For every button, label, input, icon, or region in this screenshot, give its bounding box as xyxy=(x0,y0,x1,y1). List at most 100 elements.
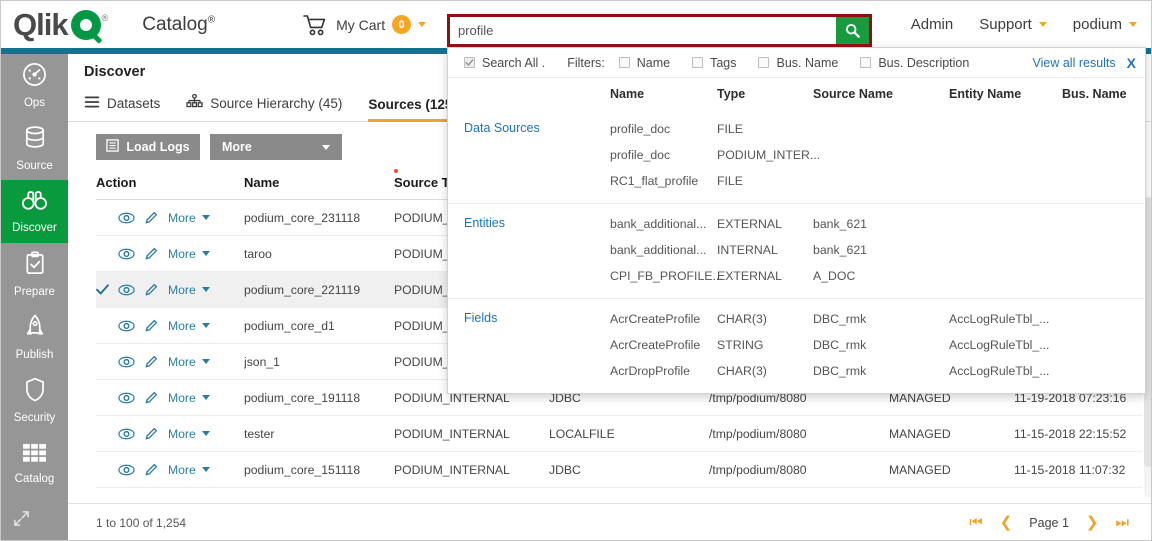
chevron-down-icon xyxy=(202,323,210,328)
edit-icon[interactable] xyxy=(144,318,159,333)
nav-item-support[interactable]: Support xyxy=(979,16,1047,33)
dropdown-result-row[interactable]: AcrCreateProfileCHAR(3)DBC_rmkAccLogRule… xyxy=(448,306,1145,332)
dropdown-result-row[interactable]: AcrCreateProfileSTRINGDBC_rmkAccLogRuleT… xyxy=(448,332,1145,358)
view-icon[interactable] xyxy=(118,356,135,368)
row-more-menu[interactable]: More xyxy=(168,211,210,225)
dropdown-result-row[interactable]: profile_docPODIUM_INTER... xyxy=(448,142,1145,168)
dropdown-cell-type: STRING xyxy=(717,338,813,352)
edit-icon[interactable] xyxy=(144,282,159,297)
prev-page-icon[interactable]: ❮ xyxy=(1000,515,1013,530)
row-more-menu[interactable]: More xyxy=(168,391,210,405)
dropdown-cell-entity-name xyxy=(949,217,1062,231)
nav-label-user: podium xyxy=(1073,16,1122,33)
row-more-menu[interactable]: More xyxy=(168,247,210,261)
nav-item-user[interactable]: podium xyxy=(1073,16,1137,33)
row-selected-indicator xyxy=(96,284,109,295)
dropdown-column-bus-name: Bus. Name xyxy=(1062,87,1152,101)
dropdown-result-row[interactable]: profile_docFILE xyxy=(448,116,1145,142)
dropdown-result-row[interactable]: CPI_FB_PROFILE...EXTERNALA_DOC xyxy=(448,263,1145,289)
close-icon[interactable]: X xyxy=(1127,55,1136,71)
sidebar-item-label: Source xyxy=(16,160,52,172)
search-submit-button[interactable] xyxy=(836,17,869,44)
dropdown-section-label[interactable]: Entities xyxy=(464,216,505,230)
dropdown-section-label[interactable]: Data Sources xyxy=(464,121,540,135)
dropdown-section: Entitiesbank_additional...EXTERNALbank_6… xyxy=(448,203,1145,298)
pagination-controls: ⏮ ❮ Page 1 ❯ ⏭ xyxy=(969,515,1129,530)
global-search-box[interactable] xyxy=(447,14,872,47)
row-more-menu[interactable]: More xyxy=(168,427,210,441)
my-cart-button[interactable]: My Cart 0 xyxy=(303,14,426,36)
dropdown-result-row[interactable]: bank_additional...EXTERNALbank_621 xyxy=(448,211,1145,237)
nav-item-admin[interactable]: Admin xyxy=(911,16,954,33)
edit-icon[interactable] xyxy=(144,390,159,405)
first-page-icon[interactable]: ⏮ xyxy=(969,515,983,530)
chevron-down-icon xyxy=(202,467,210,472)
expand-arrows-icon[interactable] xyxy=(13,510,30,532)
filter-checkbox-bus-description[interactable]: Bus. Description xyxy=(860,56,969,70)
dropdown-cell-name: bank_additional... xyxy=(610,243,717,257)
row-more-label: More xyxy=(168,427,196,441)
column-header-action[interactable]: Action xyxy=(96,171,244,200)
sidebar-item-ops[interactable]: Ops xyxy=(1,54,68,117)
dropdown-section: FieldsAcrCreateProfileCHAR(3)DBC_rmkAccL… xyxy=(448,298,1145,393)
sidebar-item-security[interactable]: Security xyxy=(1,369,68,432)
row-actions: More xyxy=(96,344,244,380)
qlik-logo[interactable]: Qlik ® xyxy=(13,9,108,40)
view-icon[interactable] xyxy=(118,428,135,440)
tab-datasets[interactable]: Datasets xyxy=(84,95,160,122)
dropdown-cell-bus-name xyxy=(1062,174,1152,188)
sidebar-item-label: Prepare xyxy=(14,286,55,298)
table-row[interactable]: Morepodium_core_151118PODIUM_INTERNALJDB… xyxy=(96,452,1142,488)
row-more-menu[interactable]: More xyxy=(168,463,210,477)
sidebar-item-source[interactable]: Source xyxy=(1,117,68,180)
sidebar-item-prepare[interactable]: Prepare xyxy=(1,243,68,306)
filter-checkbox-tags[interactable]: Tags xyxy=(692,56,736,70)
search-all-checkbox[interactable]: Search All . xyxy=(464,56,545,70)
dropdown-section-label[interactable]: Fields xyxy=(464,311,497,325)
view-all-results-link[interactable]: View all results xyxy=(1033,56,1116,70)
view-icon[interactable] xyxy=(118,392,135,404)
cell-name: podium_core_d1 xyxy=(244,308,394,344)
logo-wordmark: Qlik xyxy=(13,9,68,40)
dropdown-result-row[interactable]: bank_additional...INTERNALbank_621 xyxy=(448,237,1145,263)
view-icon[interactable] xyxy=(118,212,135,224)
dropdown-result-row[interactable]: RC1_flat_profileFILE xyxy=(448,168,1145,194)
dropdown-cell-entity-name xyxy=(949,243,1062,257)
edit-icon[interactable] xyxy=(144,354,159,369)
chevron-down-icon[interactable] xyxy=(418,22,426,27)
table-row[interactable]: MoretesterPODIUM_INTERNALLOCALFILE/tmp/p… xyxy=(96,416,1142,452)
dropdown-cell-source-name: bank_621 xyxy=(813,217,949,231)
view-icon[interactable] xyxy=(118,248,135,260)
tab-source-hierarchy[interactable]: Source Hierarchy (45) xyxy=(186,94,342,122)
view-icon[interactable] xyxy=(118,464,135,476)
edit-icon[interactable] xyxy=(144,462,159,477)
edit-icon[interactable] xyxy=(144,246,159,261)
sidebar-item-label: Publish xyxy=(16,349,54,361)
row-more-menu[interactable]: More xyxy=(168,283,210,297)
filter-label: Tags xyxy=(710,56,736,70)
edit-icon[interactable] xyxy=(144,210,159,225)
filter-checkbox-name[interactable]: Name xyxy=(619,56,670,70)
filter-checkbox-bus-name[interactable]: Bus. Name xyxy=(758,56,838,70)
load-logs-button[interactable]: Load Logs xyxy=(96,134,200,160)
dropdown-section: Data Sourcesprofile_docFILEprofile_docPO… xyxy=(448,109,1145,203)
database-icon xyxy=(24,125,46,155)
tab-label: Datasets xyxy=(107,96,160,111)
edit-icon[interactable] xyxy=(144,426,159,441)
last-page-icon[interactable]: ⏭ xyxy=(1115,515,1129,530)
sidebar-item-discover[interactable]: Discover xyxy=(1,180,68,243)
row-more-menu[interactable]: More xyxy=(168,319,210,333)
sidebar-item-publish[interactable]: Publish xyxy=(1,306,68,369)
row-more-menu[interactable]: More xyxy=(168,355,210,369)
sidebar-item-catalog[interactable]: Catalog xyxy=(1,432,68,495)
app-title-text: Catalog xyxy=(142,14,208,35)
dropdown-result-row[interactable]: AcrDropProfileCHAR(3)DBC_rmkAccLogRuleTb… xyxy=(448,358,1145,384)
view-icon[interactable] xyxy=(118,320,135,332)
column-header-name[interactable]: Name xyxy=(244,171,394,200)
next-page-icon[interactable]: ❯ xyxy=(1086,515,1099,530)
view-icon[interactable] xyxy=(118,284,135,296)
search-input[interactable] xyxy=(450,17,836,44)
chevron-down-icon xyxy=(202,431,210,436)
more-actions-button[interactable]: More xyxy=(210,134,342,160)
dropdown-cell-bus-name xyxy=(1062,148,1152,162)
